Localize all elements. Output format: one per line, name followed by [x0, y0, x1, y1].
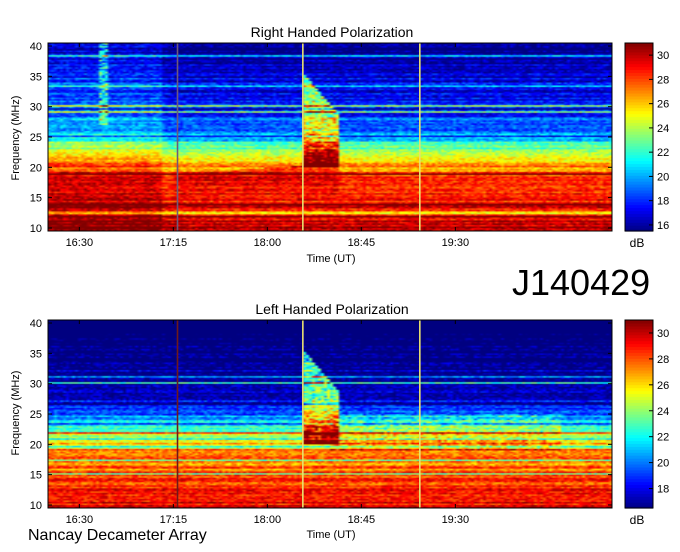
y-tick-label: 10	[30, 500, 42, 512]
x-tick-label: 18:00	[254, 514, 282, 526]
x-tick-label: 19:30	[442, 514, 470, 526]
instrument-label: Nancay Decameter Array	[28, 527, 207, 544]
x-tick-label: 18:45	[348, 237, 376, 249]
y-tick-label: 35	[30, 71, 42, 83]
colorbar-label: dB	[630, 513, 645, 527]
colorbar-tick-label: 18	[657, 196, 669, 208]
chart-title: Right Handed Polarization	[251, 24, 414, 40]
y-tick-label: 30	[30, 379, 42, 391]
colorbar-tick-label: 30	[657, 50, 669, 62]
x-tick-label: 16:30	[66, 237, 94, 249]
x-axis-label: Time (UT)	[306, 253, 355, 265]
observation-id: J140429	[512, 262, 651, 303]
y-tick-label: 30	[30, 102, 42, 114]
colorbar-tick-label: 28	[657, 74, 669, 86]
colorbar-tick-label: 20	[657, 458, 669, 470]
colorbar-tick-label: 24	[657, 123, 669, 135]
spectrogram-heatmap	[48, 320, 612, 508]
colorbar-tick-label: 28	[657, 354, 669, 366]
colorbar-tick-label: 30	[657, 328, 669, 340]
y-tick-label: 20	[30, 439, 42, 451]
y-tick-label: 15	[30, 470, 42, 482]
chart-title: Left Handed Polarization	[255, 301, 408, 317]
colorbar-label: dB	[630, 236, 645, 250]
x-tick-label: 18:45	[348, 514, 376, 526]
colorbar-tick-label: 22	[657, 432, 669, 444]
x-tick-label: 17:15	[160, 514, 188, 526]
panel-left-handed: Left Handed Polarization Time (UT) Frequ…	[10, 301, 669, 541]
colorbar-tick-label: 20	[657, 171, 669, 183]
x-tick-label: 16:30	[66, 514, 94, 526]
y-tick-label: 40	[30, 41, 42, 53]
colorbar-segment	[625, 43, 653, 47]
colorbar-tick-label: 22	[657, 147, 669, 159]
x-tick-label: 17:15	[160, 237, 188, 249]
x-axis-label: Time (UT)	[306, 529, 355, 541]
y-tick-label: 10	[30, 223, 42, 235]
colorbar-tick-label: 26	[657, 380, 669, 392]
y-axis-label: Frequency (MHz)	[10, 96, 22, 181]
spectrogram-heatmap	[48, 43, 612, 231]
panel-right-handed: Right Handed Polarization Time (UT) Freq…	[10, 24, 669, 265]
colorbar-tick-label: 24	[657, 406, 669, 418]
colorbar-tick-label: 26	[657, 99, 669, 111]
y-tick-label: 40	[30, 318, 42, 330]
x-tick-label: 18:00	[254, 237, 282, 249]
y-tick-label: 35	[30, 348, 42, 360]
y-tick-label: 25	[30, 409, 42, 421]
colorbar-tick-label: 16	[657, 220, 669, 232]
y-tick-label: 20	[30, 162, 42, 174]
x-tick-label: 19:30	[442, 237, 470, 249]
y-tick-label: 25	[30, 132, 42, 144]
colorbar-tick-label: 18	[657, 484, 669, 496]
y-axis-label: Frequency (MHz)	[10, 371, 22, 456]
y-tick-label: 15	[30, 193, 42, 205]
colorbar-segment	[625, 320, 653, 324]
